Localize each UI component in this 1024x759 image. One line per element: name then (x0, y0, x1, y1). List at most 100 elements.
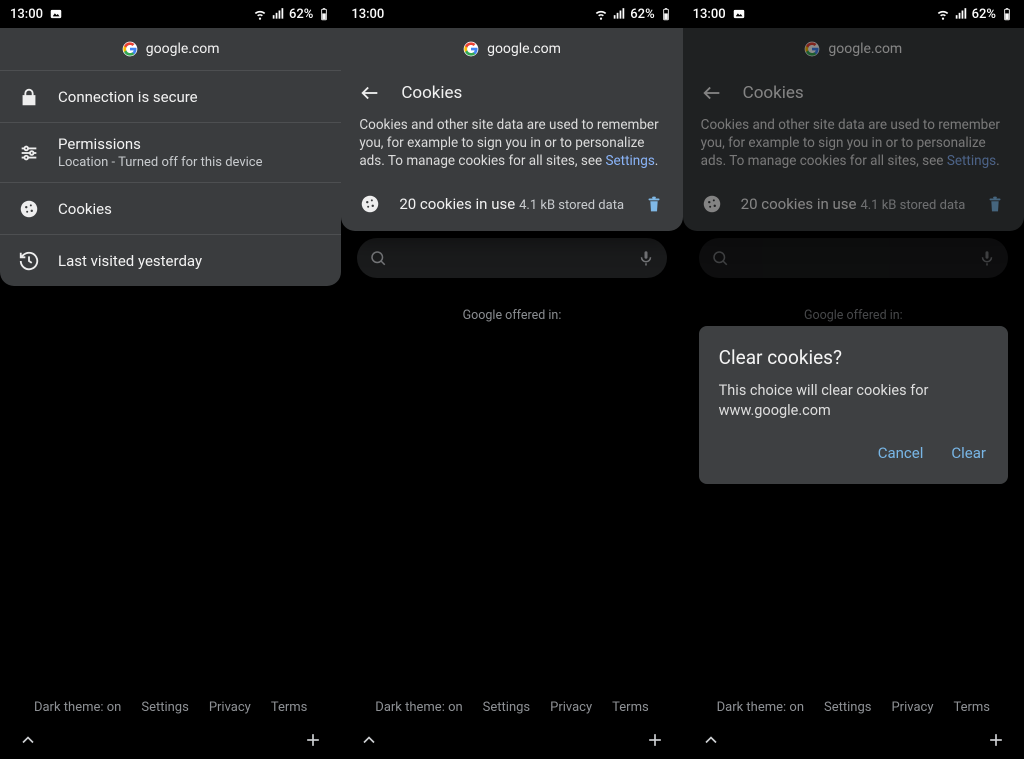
connection-row[interactable]: Connection is secure (0, 70, 341, 122)
domain-text: google.com (146, 41, 220, 57)
cookies-count: 20 cookies in use (741, 195, 857, 213)
signal-icon (612, 7, 626, 21)
mic-icon (978, 249, 996, 267)
footer-links: Dark theme: on Settings Privacy Terms (683, 700, 1024, 715)
cookies-row[interactable]: Cookies (0, 182, 341, 234)
cookie-icon (18, 198, 40, 220)
google-favicon-icon (122, 41, 138, 57)
offered-in-text: Google offered in: (341, 308, 682, 323)
terms-link[interactable]: Terms (612, 700, 649, 715)
permissions-subtitle: Location - Turned off for this device (58, 155, 323, 170)
dark-theme-toggle[interactable]: Dark theme: on (34, 700, 121, 715)
background-content: Google offered in: Dark theme: on Settin… (341, 238, 682, 759)
privacy-link[interactable]: Privacy (891, 700, 933, 715)
privacy-link[interactable]: Privacy (550, 700, 592, 715)
battery-text: 62% (289, 7, 313, 22)
domain-text: google.com (828, 41, 902, 57)
search-pill (699, 238, 1008, 278)
cookies-title: Cookies (58, 200, 323, 218)
cookies-header: Cookies (341, 70, 682, 112)
cookies-sheet: google.com Cookies Cookies and other sit… (341, 28, 682, 231)
dialog-title: Clear cookies? (719, 346, 988, 369)
background-content: Google offered in: Dark theme: on Settin… (683, 238, 1024, 759)
picture-icon (49, 7, 63, 21)
wifi-icon (253, 7, 267, 21)
picture-icon (732, 7, 746, 21)
footer-links: Dark theme: on Settings Privacy Terms (341, 700, 682, 715)
domain-row: google.com (341, 28, 682, 70)
permissions-row[interactable]: Permissions Location - Turned off for th… (0, 122, 341, 182)
sliders-icon (18, 142, 40, 164)
chevron-up-icon[interactable] (18, 730, 38, 750)
cookies-count: 20 cookies in use (399, 195, 515, 213)
cookies-in-use-row: 20 cookies in use 4.1 kB stored data (341, 185, 682, 231)
site-info-sheet: google.com Connection is secure Permissi… (0, 28, 341, 286)
offered-in-text: Google offered in: (683, 308, 1024, 323)
cookies-header: Cookies (683, 70, 1024, 112)
battery-text: 62% (972, 7, 996, 22)
domain-row: google.com (0, 28, 341, 70)
settings-link[interactable]: Settings (606, 153, 655, 169)
panel-site-info: 13:00 62% Google offered in: | Dark them… (0, 0, 341, 759)
status-time: 13:00 (693, 7, 726, 22)
last-visited-row[interactable]: Last visited yesterday (0, 234, 341, 286)
clear-button[interactable]: Clear (949, 438, 988, 468)
panel-clear-dialog: 13:00 62% Google offered in: Dark theme:… (683, 0, 1024, 759)
wifi-icon (594, 7, 608, 21)
search-pill[interactable] (357, 238, 666, 278)
status-time: 13:00 (10, 7, 43, 22)
wifi-icon (936, 7, 950, 21)
settings-link[interactable]: Settings (483, 700, 530, 715)
dark-theme-toggle[interactable]: Dark theme: on (375, 700, 462, 715)
background-content: Google offered in: | Dark theme: on Sett… (0, 238, 341, 759)
domain-row: google.com (683, 28, 1024, 70)
nav-bar (683, 721, 1024, 759)
signal-icon (954, 7, 968, 21)
cookie-icon (701, 193, 723, 215)
cancel-button[interactable]: Cancel (876, 438, 926, 468)
back-icon[interactable] (359, 82, 381, 104)
chevron-up-icon[interactable] (701, 730, 721, 750)
cookies-description: Cookies and other site data are used to … (341, 112, 682, 185)
clear-cookies-dialog: Clear cookies? This choice will clear co… (699, 326, 1008, 484)
trash-icon[interactable] (643, 193, 665, 215)
battery-icon (659, 7, 673, 21)
mic-icon[interactable] (637, 249, 655, 267)
cookies-title: Cookies (401, 83, 462, 103)
terms-link[interactable]: Terms (271, 700, 308, 715)
privacy-link[interactable]: Privacy (209, 700, 251, 715)
battery-text: 62% (630, 7, 654, 22)
connection-title: Connection is secure (58, 88, 323, 106)
plus-icon[interactable] (645, 730, 665, 750)
plus-icon[interactable] (986, 730, 1006, 750)
cookies-description: Cookies and other site data are used to … (683, 112, 1024, 185)
battery-icon (317, 7, 331, 21)
chevron-up-icon[interactable] (359, 730, 379, 750)
last-visited-title: Last visited yesterday (58, 252, 323, 270)
dialog-actions: Cancel Clear (719, 438, 988, 474)
footer-links: Dark theme: on Settings Privacy Terms (0, 700, 341, 715)
history-icon (18, 250, 40, 272)
signal-icon (271, 7, 285, 21)
cookies-title: Cookies (743, 83, 804, 103)
domain-text: google.com (487, 41, 561, 57)
cookie-icon (359, 193, 381, 215)
google-favicon-icon (804, 41, 820, 57)
trash-icon (984, 193, 1006, 215)
settings-link[interactable]: Settings (141, 700, 188, 715)
permissions-title: Permissions (58, 135, 323, 153)
dark-theme-toggle[interactable]: Dark theme: on (717, 700, 804, 715)
google-favicon-icon (463, 41, 479, 57)
settings-link[interactable]: Settings (824, 700, 871, 715)
cookies-sheet-dimmed: google.com Cookies Cookies and other sit… (683, 28, 1024, 231)
status-bar: 13:00 62% (683, 0, 1024, 28)
terms-link[interactable]: Terms (953, 700, 990, 715)
panel-cookies: 13:00 62% Google offered in: Dark theme:… (341, 0, 682, 759)
search-icon (711, 249, 729, 267)
cookies-size: 4.1 kB stored data (860, 198, 965, 213)
battery-icon (1000, 7, 1014, 21)
plus-icon[interactable] (303, 730, 323, 750)
status-bar: 13:00 62% (341, 0, 682, 28)
search-icon (369, 249, 387, 267)
back-icon (701, 82, 723, 104)
